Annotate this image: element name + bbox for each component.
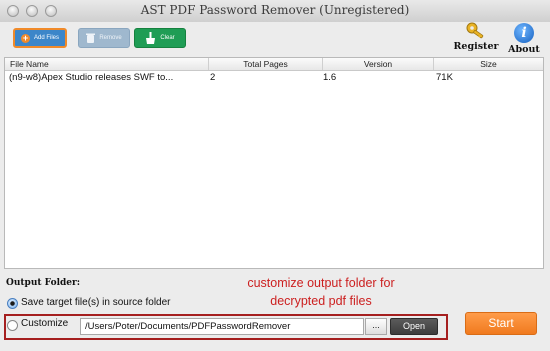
cell-version: 1.6 [323, 72, 337, 83]
start-button[interactable]: Start [465, 312, 537, 335]
save-in-source-radio[interactable] [7, 298, 18, 309]
output-path-field[interactable]: /Users/Poter/Documents/PDFPasswordRemove… [80, 318, 364, 335]
browse-button[interactable]: ... [365, 318, 387, 335]
add-files-label: Add Files [33, 35, 59, 41]
window-title: AST PDF Password Remover (Unregistered) [140, 3, 410, 17]
cell-file-name: (n9-w8)Apex Studio releases SWF to... [9, 72, 174, 83]
remove-button[interactable]: Remove [78, 28, 130, 48]
column-header-size[interactable]: Size [434, 58, 543, 70]
output-folder-heading: Output Folder: [6, 278, 81, 288]
register-label: Register [453, 41, 499, 52]
cell-total-pages: 2 [210, 72, 216, 83]
customize-radio[interactable] [7, 320, 18, 331]
cell-size: 71K [436, 72, 453, 83]
column-header-file-name[interactable]: File Name [5, 58, 209, 70]
table-header: File Name Total Pages Version Size [5, 58, 543, 71]
toolbar: + Add Files Remove Clear Register i Abou… [0, 22, 550, 57]
key-icon [466, 22, 484, 39]
add-files-button[interactable]: + Add Files [13, 28, 67, 48]
file-table[interactable]: File Name Total Pages Version Size (n9-w… [4, 57, 544, 269]
broom-icon [146, 32, 156, 44]
annotation-line-1: customize output folder for [247, 276, 395, 290]
annotation-note: customize output folder for decrypted pd… [196, 274, 446, 310]
clear-label: Clear [160, 35, 175, 41]
clear-button[interactable]: Clear [134, 28, 186, 48]
table-row[interactable]: (n9-w8)Apex Studio releases SWF to... 2 … [5, 71, 543, 85]
plus-icon: + [20, 32, 30, 43]
save-in-source-label[interactable]: Save target file(s) in source folder [21, 297, 171, 308]
annotation-line-2: decrypted pdf files [270, 294, 372, 308]
remove-label: Remove [99, 35, 122, 41]
open-folder-button[interactable]: Open [390, 318, 438, 335]
column-header-total-pages[interactable]: Total Pages [209, 58, 323, 70]
about-button[interactable]: i About [502, 22, 546, 55]
column-header-version[interactable]: Version [323, 58, 434, 70]
about-label: About [508, 44, 540, 55]
info-icon: i [514, 23, 534, 43]
customize-label[interactable]: Customize [21, 318, 68, 329]
title-bar: AST PDF Password Remover (Unregistered) [0, 0, 550, 23]
trash-icon [86, 33, 96, 43]
register-button[interactable]: Register [453, 22, 499, 52]
